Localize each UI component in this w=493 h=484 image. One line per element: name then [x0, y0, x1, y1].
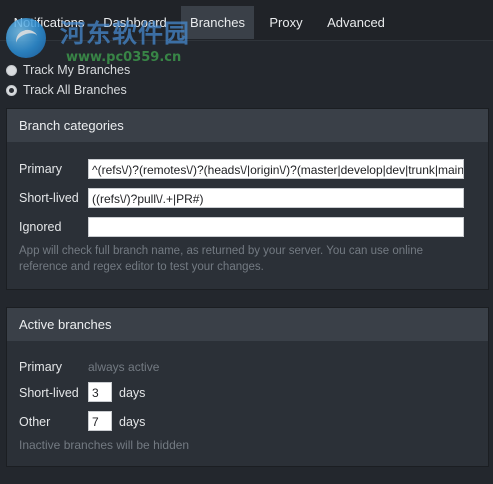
ignored-pattern-label: Ignored	[19, 220, 62, 234]
tab-advanced[interactable]: Advanced	[320, 6, 392, 39]
settings-tab-bar: Notifications Dashboard Branches Proxy A…	[0, 0, 493, 41]
other-days-label: Other	[19, 415, 51, 429]
active-branches-title: Active branches	[7, 308, 488, 341]
short-lived-days-label: Short-lived	[19, 386, 79, 400]
other-days-input[interactable]: 7	[88, 411, 112, 431]
active-branches-panel: Active branches Primary always active Sh…	[6, 307, 489, 467]
ignored-pattern-input[interactable]	[88, 217, 464, 237]
track-my-branches-radio[interactable]	[6, 65, 17, 76]
track-all-branches-label: Track All Branches	[23, 83, 127, 97]
short-lived-pattern-input[interactable]: ((refs\/)?pull\/.+|PR#)	[88, 188, 464, 208]
short-lived-days-unit: days	[119, 386, 146, 400]
track-my-branches-label: Track My Branches	[23, 63, 131, 77]
branch-categories-panel: Branch categories Primary ^(refs\/)?(rem…	[6, 108, 489, 290]
primary-pattern-label: Primary	[19, 162, 63, 176]
branch-categories-title: Branch categories	[7, 109, 488, 142]
tab-dashboard[interactable]: Dashboard	[100, 6, 170, 39]
tab-proxy[interactable]: Proxy	[263, 6, 309, 39]
primary-active-label: Primary	[19, 360, 63, 374]
primary-always-active-text: always active	[88, 360, 160, 374]
short-lived-days-input[interactable]: 3	[88, 382, 112, 402]
tab-branches[interactable]: Branches	[181, 6, 254, 39]
track-all-branches-radio[interactable]	[6, 85, 17, 96]
other-days-unit: days	[119, 415, 146, 429]
tab-notifications[interactable]: Notifications	[6, 6, 92, 39]
inactive-branches-note: Inactive branches will be hidden	[19, 438, 190, 452]
primary-pattern-input[interactable]: ^(refs\/)?(remotes\/)?(heads\/|origin\/)…	[88, 159, 464, 179]
branch-categories-help-text: App will check full branch name, as retu…	[19, 245, 424, 273]
settings-window: Notifications Dashboard Branches Proxy A…	[0, 0, 493, 484]
short-lived-pattern-label: Short-lived	[19, 191, 79, 205]
